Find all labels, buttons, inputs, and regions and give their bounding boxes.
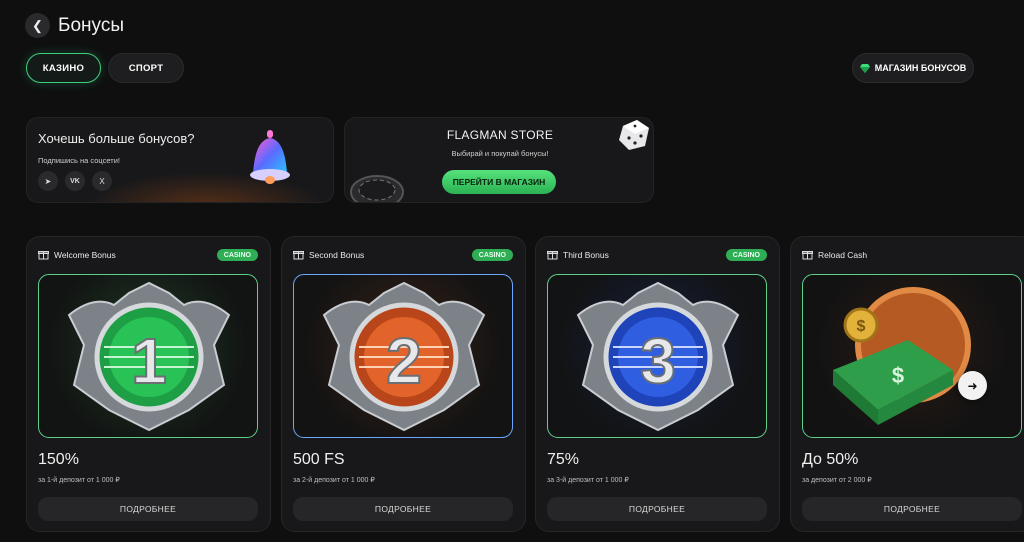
gift-icon	[38, 251, 49, 260]
bonuses-page: ❮ Бонусы КАЗИНО СПОРТ МАГАЗИН БОНУСОВ Хо…	[0, 0, 1024, 542]
back-button[interactable]: ❮	[25, 13, 50, 38]
details-button[interactable]: ПОДРОБНЕЕ	[293, 497, 513, 521]
chevron-left-icon: ❮	[32, 17, 43, 33]
card-header: Second Bonus	[293, 249, 364, 260]
bonus-value: До 50%	[802, 451, 859, 468]
card-title: Welcome Bonus	[54, 249, 116, 260]
bonus-art-3: 3	[547, 274, 767, 438]
tab-casino[interactable]: КАЗИНО	[26, 53, 101, 83]
social-promo-title: Хочешь больше бонусов?	[38, 131, 195, 146]
card-header: Welcome Bonus	[38, 249, 116, 260]
medal-1-icon: 1	[67, 281, 231, 432]
bonus-description: за 2-й депозит от 1 000 ₽	[293, 477, 375, 484]
casino-badge: CASINO	[471, 249, 513, 261]
medal-number: 3	[640, 325, 676, 397]
casino-badge: CASINO	[725, 249, 767, 261]
medal-number: 1	[131, 325, 167, 397]
bonus-description: за депозит от 2 000 ₽	[802, 477, 872, 484]
tab-sport[interactable]: СПОРТ	[108, 53, 184, 83]
vk-icon: VK	[70, 177, 80, 185]
medal-number: 2	[386, 325, 422, 397]
carousel-next-button[interactable]: ➜	[958, 371, 987, 400]
cash-bag-icon: $ $	[833, 287, 971, 425]
bonus-card-third[interactable]: Third Bonus CASINO 3 75% за 3-й депозит …	[535, 236, 780, 532]
bonus-card-second[interactable]: Second Bonus CASINO 2 500 FS за 2-й депо…	[281, 236, 526, 532]
svg-text:$: $	[892, 363, 904, 388]
x-icon: X	[99, 176, 105, 186]
vk-button[interactable]: VK	[65, 171, 85, 191]
bonus-art-1: 1	[38, 274, 258, 438]
gift-icon	[802, 251, 813, 260]
bonus-art-2: 2	[293, 274, 513, 438]
gift-icon	[293, 251, 304, 260]
card-title: Second Bonus	[309, 249, 365, 260]
card-title: Reload Cash	[818, 249, 868, 260]
card-header: Third Bonus	[547, 249, 609, 260]
bonus-shop-label: МАГАЗИН БОНУСОВ	[874, 63, 967, 73]
bonus-description: за 1-й депозит от 1 000 ₽	[38, 477, 120, 484]
medal-3-icon: 3	[576, 281, 740, 432]
details-button[interactable]: ПОДРОБНЕЕ	[547, 497, 767, 521]
bonus-value: 150%	[38, 451, 79, 468]
bonus-shop-button[interactable]: МАГАЗИН БОНУСОВ	[852, 53, 974, 83]
arrow-right-icon: ➜	[967, 378, 978, 393]
page-title: Бонусы	[58, 15, 124, 36]
gem-icon	[859, 63, 870, 73]
svg-text:$: $	[857, 318, 866, 335]
social-promo-subtitle: Подпишись на соцсети!	[38, 156, 120, 165]
bonus-value: 500 FS	[293, 451, 345, 468]
telegram-button[interactable]: ➤	[38, 171, 58, 191]
x-button[interactable]: X	[92, 171, 112, 191]
bonus-card-reload[interactable]: Reload Cash $ $ До 50% за депозит от 2 0…	[790, 236, 1024, 532]
poker-chips-icon	[350, 175, 404, 202]
bonus-value: 75%	[547, 451, 580, 468]
bonus-card-welcome[interactable]: Welcome Bonus CASINO 1 150% за 1-й депоз…	[26, 236, 271, 532]
card-title: Third Bonus	[563, 249, 609, 260]
store-promo-card: FLAGMAN STORE Выбирай и покупай бонусы! …	[344, 117, 654, 203]
bell-icon	[250, 130, 290, 184]
store-promo-subtitle: Выбирай и покупай бонусы!	[451, 149, 549, 158]
bonus-art-4: $ $	[802, 274, 1022, 438]
card-header: Reload Cash	[802, 249, 867, 260]
social-promo-card: Хочешь больше бонусов? Подпишись на соцс…	[26, 117, 334, 203]
telegram-icon: ➤	[44, 176, 52, 186]
casino-badge: CASINO	[216, 249, 258, 261]
gift-icon	[547, 251, 558, 260]
store-promo-title: FLAGMAN STORE	[446, 128, 554, 142]
go-to-store-button[interactable]: ПЕРЕЙТИ В МАГАЗИН	[442, 170, 556, 194]
bonus-description: за 3-й депозит от 1 000 ₽	[547, 477, 629, 484]
details-button[interactable]: ПОДРОБНЕЕ	[38, 497, 258, 521]
medal-2-icon: 2	[322, 281, 486, 432]
details-button[interactable]: ПОДРОБНЕЕ	[802, 497, 1022, 521]
